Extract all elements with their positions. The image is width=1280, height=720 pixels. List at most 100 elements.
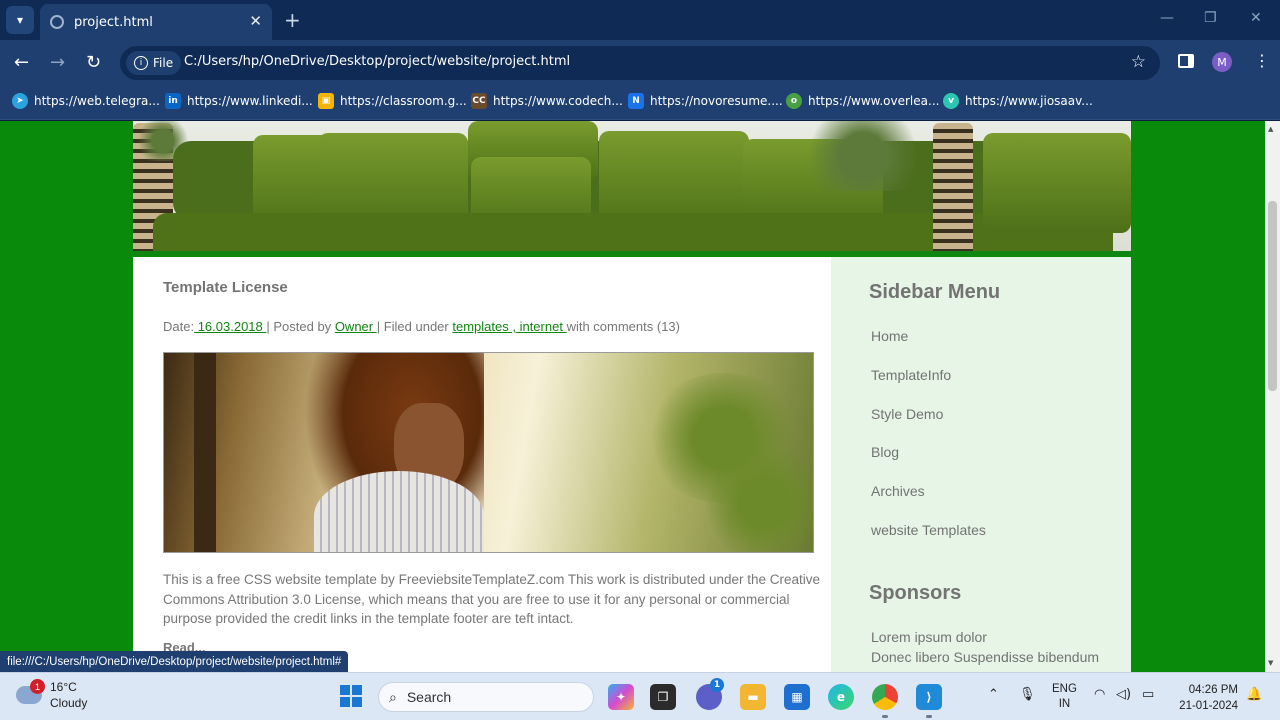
bookmark-item[interactable]: ➤ https://web.telegra... — [12, 93, 160, 109]
post-image: ☝ — [163, 352, 814, 553]
filed-under-label: | Filed under — [376, 319, 449, 334]
back-arrow-icon[interactable]: ← — [14, 52, 29, 73]
file-explorer-icon[interactable]: ▬ — [740, 684, 766, 710]
cloud-icon: 1 — [16, 679, 45, 704]
chrome-running-indicator — [882, 715, 888, 718]
sidebar: Sidebar Menu Home TemplateInfo Style Dem… — [831, 257, 1131, 672]
weather-badge: 1 — [30, 679, 45, 694]
tag-link-templates[interactable]: templates , — [452, 319, 516, 334]
page-scrollbar[interactable]: ▲ ▼ — [1265, 121, 1280, 672]
chrome-icon[interactable] — [872, 684, 898, 710]
teams-chat-icon[interactable]: 1 — [696, 678, 724, 710]
sidebar-item-archives[interactable]: Archives — [871, 483, 925, 499]
post-body: This is a free CSS website template by F… — [163, 572, 821, 626]
task-view-icon[interactable]: ❐ — [650, 684, 676, 710]
taskbar: 1 16°C Cloudy ⌕ Search ✦ ❐ 1 ▬ ▦ e ⟩ ⌃ 🎙… — [0, 672, 1280, 720]
minimize-button[interactable]: — — [1160, 10, 1174, 26]
window-close-button[interactable]: ✕ — [1250, 10, 1262, 26]
vscode-running-indicator — [926, 715, 932, 718]
bookmark-label: https://www.overlea... — [808, 94, 940, 108]
file-chip-label: File — [153, 56, 174, 70]
language-code: ENG — [1052, 683, 1077, 695]
search-label: Search — [406, 689, 452, 705]
bookmark-label: https://classroom.g... — [340, 94, 467, 108]
post-title: Template License — [163, 279, 288, 296]
bookmark-item[interactable]: ▣ https://classroom.g... — [318, 93, 467, 109]
tag-link-internet[interactable]: internet — [516, 319, 567, 334]
clock-time: 04:26 PM — [1188, 684, 1238, 696]
search-icon: ⌕ — [389, 688, 397, 705]
microphone-icon[interactable]: 🎙 — [1019, 687, 1036, 702]
sponsor-line: Donec libero Suspendisse bibendum — [871, 649, 1100, 665]
page-viewport: Template License Date: 16.03.2018 | Post… — [0, 121, 1265, 672]
forward-arrow-icon[interactable]: → — [50, 52, 65, 73]
bookmark-label: https://novoresume.... — [650, 94, 783, 108]
reload-icon[interactable]: ↻ — [86, 52, 101, 73]
clock-date: 21-01-2024 — [1179, 700, 1238, 712]
date-label: Date: — [163, 319, 195, 334]
scroll-up-arrow-icon[interactable]: ▲ — [1268, 125, 1273, 133]
microsoft-store-icon[interactable]: ▦ — [784, 684, 810, 710]
restore-button[interactable]: ❐ — [1204, 10, 1217, 26]
browser-tab[interactable]: project.html ✕ — [40, 4, 272, 40]
palm-leaves-image — [793, 121, 933, 191]
codechef-icon: CC — [471, 93, 487, 109]
notification-bell-icon[interactable]: 🔔 — [1246, 687, 1262, 702]
sidebar-item-templateinfo[interactable]: TemplateInfo — [871, 367, 951, 383]
bookmark-label: https://www.jiosaav... — [965, 94, 1093, 108]
bookmark-label: https://web.telegra... — [34, 94, 160, 108]
author-link[interactable]: Owner — [335, 319, 377, 334]
battery-icon[interactable]: ▭ — [1142, 687, 1154, 702]
weather-widget[interactable]: 1 16°C Cloudy — [16, 679, 87, 711]
sidebar-item-style-demo[interactable]: Style Demo — [871, 406, 943, 422]
menu-kebab-icon[interactable]: ⋮ — [1254, 51, 1270, 70]
tab-search-button[interactable]: ▾ — [6, 6, 34, 34]
volume-icon[interactable]: ◁) — [1116, 687, 1131, 702]
bookmark-item[interactable]: N https://novoresume.... — [628, 93, 783, 109]
tab-title: project.html — [74, 14, 153, 30]
sidebar-item-home[interactable]: Home — [871, 328, 908, 344]
jiosaavn-icon: v — [943, 93, 959, 109]
bookmark-item[interactable]: v https://www.jiosaav... — [943, 93, 1093, 109]
show-hidden-icons-chevron-icon[interactable]: ⌃ — [988, 687, 999, 702]
telegram-icon: ➤ — [12, 93, 28, 109]
bookmark-item[interactable]: in https://www.linkedi... — [165, 93, 313, 109]
side-panel-icon[interactable] — [1178, 54, 1194, 68]
info-icon: i — [134, 56, 148, 70]
region-code: IN — [1058, 698, 1071, 710]
linkedin-icon: in — [165, 93, 181, 109]
tree-trunk-image — [194, 353, 216, 552]
date-link[interactable]: 16.03.2018 — [194, 319, 266, 334]
taskbar-search[interactable]: ⌕ Search — [378, 682, 594, 712]
overleaf-icon: o — [786, 93, 802, 109]
post-meta: Date: 16.03.2018 | Posted by Owner | Fil… — [163, 319, 680, 334]
site-info-chip[interactable]: i File — [126, 51, 182, 75]
copilot-icon[interactable]: ✦ — [608, 684, 634, 710]
profile-avatar[interactable]: M — [1212, 52, 1232, 72]
edge-icon[interactable]: e — [828, 684, 854, 710]
scroll-down-arrow-icon[interactable]: ▼ — [1268, 659, 1273, 667]
classroom-icon: ▣ — [318, 93, 334, 109]
address-bar[interactable]: i File C:/Users/hp/OneDrive/Desktop/proj… — [120, 46, 1160, 80]
tab-close-icon[interactable]: ✕ — [249, 12, 262, 30]
bookmark-label: https://www.linkedi... — [187, 94, 313, 108]
weather-condition: Cloudy — [50, 696, 88, 710]
vscode-icon[interactable]: ⟩ — [916, 684, 942, 710]
bookmark-item[interactable]: CC https://www.codech... — [471, 93, 623, 109]
url-text[interactable]: C:/Users/hp/OneDrive/Desktop/project/web… — [184, 54, 570, 69]
wifi-icon[interactable]: ◠ — [1094, 687, 1105, 702]
system-clock[interactable]: 04:26 PM 21-01-2024 — [1172, 682, 1238, 714]
sidebar-item-blog[interactable]: Blog — [871, 444, 899, 460]
bookmark-star-icon[interactable]: ☆ — [1131, 52, 1146, 72]
scrollbar-thumb[interactable] — [1268, 201, 1277, 391]
browser-toolbar: ← → ↻ i File C:/Users/hp/OneDrive/Deskto… — [0, 40, 1280, 86]
windows-start-icon[interactable] — [340, 685, 362, 707]
person-shirt-image — [314, 471, 484, 552]
sidebar-item-website-templates[interactable]: website Templates — [871, 522, 986, 538]
language-indicator[interactable]: ENG IN — [1052, 682, 1077, 712]
status-link-preview: file:///C:/Users/hp/OneDrive/Desktop/pro… — [0, 651, 349, 673]
main-content: Template License Date: 16.03.2018 | Post… — [133, 257, 831, 672]
comments-count: with comments (13) — [566, 319, 680, 334]
bookmark-item[interactable]: o https://www.overlea... — [786, 93, 939, 109]
new-tab-button[interactable]: + — [284, 8, 301, 32]
